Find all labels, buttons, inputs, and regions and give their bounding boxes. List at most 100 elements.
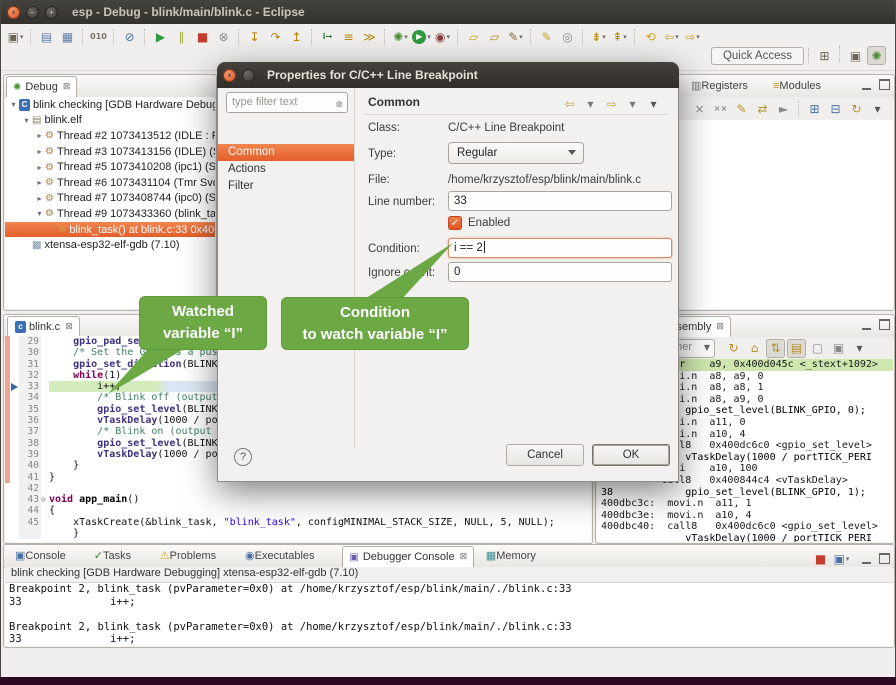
expander-icon[interactable]: ▸ bbox=[35, 163, 44, 172]
step-into-icon[interactable]: ↧ bbox=[245, 28, 264, 47]
debug-tree[interactable]: ▾Cblink checking [GDB Hardware Debugging… bbox=[5, 97, 215, 309]
new-wizard-icon[interactable]: ▣▾ bbox=[6, 28, 25, 47]
debug-tree-row[interactable]: ▸⚙Thread #6 1073431104 (Tmr Svc) (Suspen… bbox=[5, 175, 215, 191]
forward-icon[interactable]: ⇨ bbox=[602, 94, 621, 113]
condition-input[interactable]: i == 2 bbox=[448, 238, 672, 258]
run-icon[interactable]: ▶▾ bbox=[412, 28, 431, 47]
open-type-icon[interactable]: ▱ bbox=[464, 28, 483, 47]
show-source-icon[interactable]: ▤ bbox=[787, 339, 806, 358]
terminate-console-icon[interactable]: ■ bbox=[811, 549, 830, 568]
debug-tree-row[interactable]: ▸⚙Thread #7 1073408744 (ipc0) (Suspended… bbox=[5, 191, 215, 207]
expand-icon[interactable]: ⊞ bbox=[805, 99, 824, 118]
cpp-perspective-icon[interactable]: ▣ bbox=[846, 46, 865, 65]
tab-close-icon[interactable]: ⊠ bbox=[716, 322, 724, 332]
expander-icon[interactable]: ▾ bbox=[22, 116, 31, 125]
expander-icon[interactable]: ▸ bbox=[35, 194, 44, 203]
registers-body[interactable] bbox=[679, 120, 893, 309]
forward-menu-icon[interactable]: ▾ bbox=[623, 94, 642, 113]
display-selected-console-icon[interactable]: ▣▾ bbox=[832, 549, 851, 568]
minimize-icon[interactable] bbox=[862, 80, 871, 90]
chevron-down-icon[interactable]: ▼ bbox=[704, 343, 710, 352]
back-icon[interactable]: ⇦▾ bbox=[662, 28, 681, 47]
cancel-button[interactable]: Cancel bbox=[506, 444, 584, 466]
debug-tree-row[interactable]: ▾⚙Thread #9 1073433360 (blink_task : bbox=[5, 206, 215, 222]
pointer-icon[interactable]: ► bbox=[774, 99, 793, 118]
expander-icon[interactable]: ▾ bbox=[35, 209, 44, 218]
dialog-maximize-button[interactable] bbox=[242, 69, 255, 82]
highlight-icon[interactable]: ✎ bbox=[537, 28, 556, 47]
debug-tree-row[interactable]: ▸⚙Thread #3 1073413156 (IDLE) (Suspended… bbox=[5, 144, 215, 160]
add-register-group-icon[interactable]: ✎ bbox=[732, 99, 751, 118]
ignore-count-input[interactable]: 0 bbox=[448, 262, 672, 282]
debug-perspective-icon[interactable]: ✺ bbox=[867, 46, 886, 65]
tab-blink-c[interactable]: c blink.c ⊠ bbox=[7, 316, 80, 337]
tab-memory[interactable]: ▦Memory bbox=[479, 545, 543, 566]
pin-view-icon[interactable]: ▣ bbox=[829, 339, 848, 358]
coverage-icon[interactable]: ◉▾ bbox=[433, 28, 452, 47]
tab-close-icon[interactable]: ⊠ bbox=[63, 82, 71, 92]
prev-annotation-icon[interactable]: ⇞▾ bbox=[610, 28, 629, 47]
skip-breakpoints-icon[interactable]: ⊘ bbox=[120, 28, 139, 47]
view-menu-icon[interactable]: ▾ bbox=[850, 339, 869, 358]
debug-tree-row[interactable]: ▩xtensa-esp32-elf-gdb (7.10) bbox=[5, 237, 215, 253]
window-minimize-button[interactable]: – bbox=[26, 6, 39, 19]
save-icon[interactable]: ▤ bbox=[37, 28, 56, 47]
tab-modules[interactable]: ≡ Modules bbox=[766, 75, 828, 96]
expander-icon[interactable]: ▾ bbox=[9, 100, 18, 109]
restore-groups-icon[interactable]: ↻ bbox=[847, 99, 866, 118]
resume-icon[interactable]: ▶ bbox=[151, 28, 170, 47]
debug-tree-row[interactable]: ≡blink_task() at blink.c:33 0x400db bbox=[5, 222, 215, 238]
step-filters-icon[interactable]: ≫ bbox=[360, 28, 379, 47]
last-edit-icon[interactable]: ⟲ bbox=[641, 28, 660, 47]
back-icon[interactable]: ⇦ bbox=[560, 94, 579, 113]
enabled-checkbox[interactable]: ✓ bbox=[448, 216, 462, 230]
minimize-icon[interactable] bbox=[862, 554, 871, 564]
home-icon[interactable]: ⌂ bbox=[745, 339, 764, 358]
open-resource-icon[interactable]: ▱ bbox=[485, 28, 504, 47]
clear-filter-icon[interactable]: ⊗ bbox=[335, 96, 343, 115]
open-perspective-icon[interactable]: ⊞ bbox=[815, 46, 834, 65]
minimize-icon[interactable] bbox=[862, 320, 871, 330]
view-menu-icon[interactable]: ▾ bbox=[868, 99, 887, 118]
dialog-sidebar-item-common[interactable]: Common bbox=[218, 144, 354, 161]
remove-selected-icon[interactable]: × bbox=[690, 99, 709, 118]
tab-console[interactable]: ▣Console bbox=[8, 545, 73, 566]
annotate-icon[interactable]: ✎▾ bbox=[506, 28, 525, 47]
tab-debugger-console[interactable]: ▣Debugger Console⊠ bbox=[342, 546, 474, 567]
window-close-button[interactable]: × bbox=[7, 6, 20, 19]
terminate-icon[interactable]: ■ bbox=[193, 28, 212, 47]
expander-icon[interactable]: ▸ bbox=[35, 178, 44, 187]
back-menu-icon[interactable]: ▾ bbox=[581, 94, 600, 113]
maximize-icon[interactable] bbox=[879, 319, 890, 330]
save-all-icon[interactable]: ▦ bbox=[58, 28, 77, 47]
next-annotation-icon[interactable]: ⇟▾ bbox=[589, 28, 608, 47]
type-dropdown[interactable]: Regular bbox=[448, 142, 584, 164]
debug-tree-row[interactable]: ▾▤blink.elf bbox=[5, 113, 215, 129]
tab-problems[interactable]: ⚠Problems bbox=[153, 545, 223, 566]
cast-type-icon[interactable]: ⇄ bbox=[753, 99, 772, 118]
step-return-icon[interactable]: ↥ bbox=[287, 28, 306, 47]
show-execution-icon[interactable]: ≡ bbox=[339, 28, 358, 47]
ok-button[interactable]: OK bbox=[592, 444, 670, 466]
binary-icon[interactable]: 010 bbox=[89, 28, 108, 47]
dialog-sidebar-item-actions[interactable]: Actions bbox=[218, 161, 354, 178]
tab-close-icon[interactable]: ⊠ bbox=[460, 552, 468, 562]
new-view-icon[interactable]: ▢ bbox=[808, 339, 827, 358]
step-over-icon[interactable]: ↷ bbox=[266, 28, 285, 47]
instruction-stepping-icon[interactable]: i→ bbox=[318, 28, 337, 47]
remove-all-icon[interactable]: ×× bbox=[711, 99, 730, 118]
collapse-icon[interactable]: ⊟ bbox=[826, 99, 845, 118]
debug-icon[interactable]: ✺▾ bbox=[391, 28, 410, 47]
debug-tree-row[interactable]: ▾Cblink checking [GDB Hardware Debugging… bbox=[5, 97, 215, 113]
line-number-input[interactable]: 33 bbox=[448, 191, 672, 211]
tab-debug[interactable]: ✺ Debug ⊠ bbox=[6, 76, 77, 97]
window-maximize-button[interactable]: + bbox=[45, 6, 58, 19]
sync-active-icon[interactable]: ⇅ bbox=[766, 339, 785, 358]
dialog-close-button[interactable]: × bbox=[223, 69, 236, 82]
maximize-icon[interactable] bbox=[879, 79, 890, 90]
tab-executables[interactable]: ◉Executables bbox=[238, 545, 322, 566]
tab-registers[interactable]: ▥ Registers bbox=[684, 75, 755, 96]
disconnect-icon[interactable]: ⊗ bbox=[214, 28, 233, 47]
help-button[interactable]: ? bbox=[234, 448, 252, 466]
refresh-icon[interactable]: ↻ bbox=[724, 339, 743, 358]
